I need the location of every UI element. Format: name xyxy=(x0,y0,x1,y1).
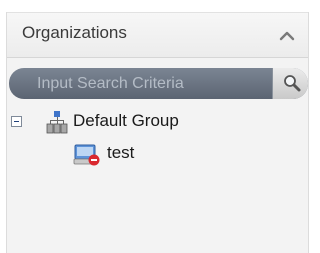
collapse-node-icon[interactable] xyxy=(11,116,22,127)
search-icon xyxy=(284,75,301,92)
organization-group-icon xyxy=(45,110,69,139)
search-input[interactable] xyxy=(9,68,267,99)
panel-title: Organizations xyxy=(22,23,127,42)
chevron-up-icon[interactable] xyxy=(276,25,298,47)
tree-node-label[interactable]: test xyxy=(107,143,134,163)
organizations-panel: Organizations Input Search Criteria Defa… xyxy=(6,12,309,253)
panel-header: Organizations xyxy=(7,12,308,58)
search-bar xyxy=(9,68,308,99)
search-button[interactable] xyxy=(272,68,308,99)
device-offline-icon xyxy=(73,143,101,172)
tree-node-label[interactable]: Default Group xyxy=(73,111,179,131)
